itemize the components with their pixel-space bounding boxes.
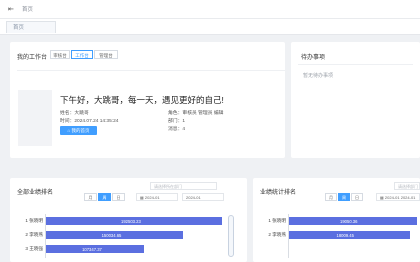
date-end-text: 2024-01	[186, 195, 201, 200]
user-department: 部门：1	[168, 119, 186, 124]
date-range-right[interactable]: ▦ 2024-01 2024-01	[376, 193, 420, 201]
date-start-text: 2024-01	[144, 195, 160, 200]
period-day[interactable]: 日	[112, 193, 125, 201]
department-select-right[interactable]: 请选择部门	[394, 182, 420, 190]
tab-bar: 首页	[0, 19, 420, 35]
toggle-workbench[interactable]: 工作台	[71, 50, 93, 59]
todo-empty-text: 暂无待办事项	[303, 73, 334, 79]
bar-category-label: 1 张晓明	[25, 218, 43, 223]
calendar-icon: ▦	[140, 195, 144, 200]
workbench-title: 我的工作台	[17, 55, 48, 61]
my-home-button-label: 我的首页	[71, 128, 90, 133]
date-start-right-text: 2024-01	[384, 195, 400, 200]
ranking-right-title: 业绩统计排名	[260, 190, 297, 196]
calendar-icon: ▦	[380, 195, 384, 200]
todo-title: 待办事项	[301, 55, 326, 61]
bar-category-label: 3 王晓强	[25, 246, 43, 251]
period-month-right[interactable]: 月	[325, 193, 337, 201]
user-messages: 消息：4	[168, 127, 186, 132]
breadcrumb[interactable]: 首页	[22, 5, 33, 13]
date-end-right-text: 2024-01	[400, 195, 416, 200]
toggle-manage[interactable]: 管理台	[94, 50, 118, 59]
home-icon: ⌂	[67, 128, 71, 133]
period-week[interactable]: 周	[98, 193, 111, 201]
department-select[interactable]: 请选择所在部门	[150, 182, 217, 190]
bar-category-label: 2 李晓燕	[25, 232, 43, 237]
greeting-text: 下午好，大跳哥，每一天，遇见更好的自己!	[60, 95, 224, 105]
period-day-right[interactable]: 日	[351, 193, 363, 201]
bar-value-label: 19050.36	[340, 218, 358, 224]
toggle-review[interactable]: 审核台	[50, 50, 70, 59]
bar-value-label: 18009.45	[336, 232, 354, 238]
todo-divider	[298, 64, 413, 65]
date-start[interactable]: ▦ 2024-01	[136, 193, 178, 201]
user-role: 角色：审核员 管理员 编辑	[168, 111, 224, 116]
bar-value-label: 107347.37	[82, 246, 102, 252]
user-name: 姓名：大跳哥	[60, 111, 89, 116]
period-month[interactable]: 月	[84, 193, 97, 201]
avatar	[18, 90, 52, 146]
tab-home[interactable]: 首页	[6, 21, 56, 33]
chart-scrollbar[interactable]	[228, 215, 234, 257]
my-home-button[interactable]: ⌂ 我的首页	[60, 126, 97, 135]
ranking-left-title: 全部业绩排名	[17, 190, 54, 196]
bar-category-label: 2 李晓燕	[268, 232, 286, 237]
workbench-divider	[17, 70, 285, 71]
date-end[interactable]: 2024-01	[182, 193, 224, 201]
bar-value-label: 150034.65	[101, 232, 122, 238]
bar-value-label: 192503.23	[121, 218, 141, 224]
period-week-right[interactable]: 周	[338, 193, 350, 201]
top-navbar: ⇤ 首页	[0, 0, 420, 19]
login-time: 时间：2024.07.24 14:35:24	[60, 119, 119, 124]
back-arrow-icon[interactable]: ⇤	[8, 5, 18, 13]
bar-category-label: 1 张晓明	[268, 218, 286, 223]
